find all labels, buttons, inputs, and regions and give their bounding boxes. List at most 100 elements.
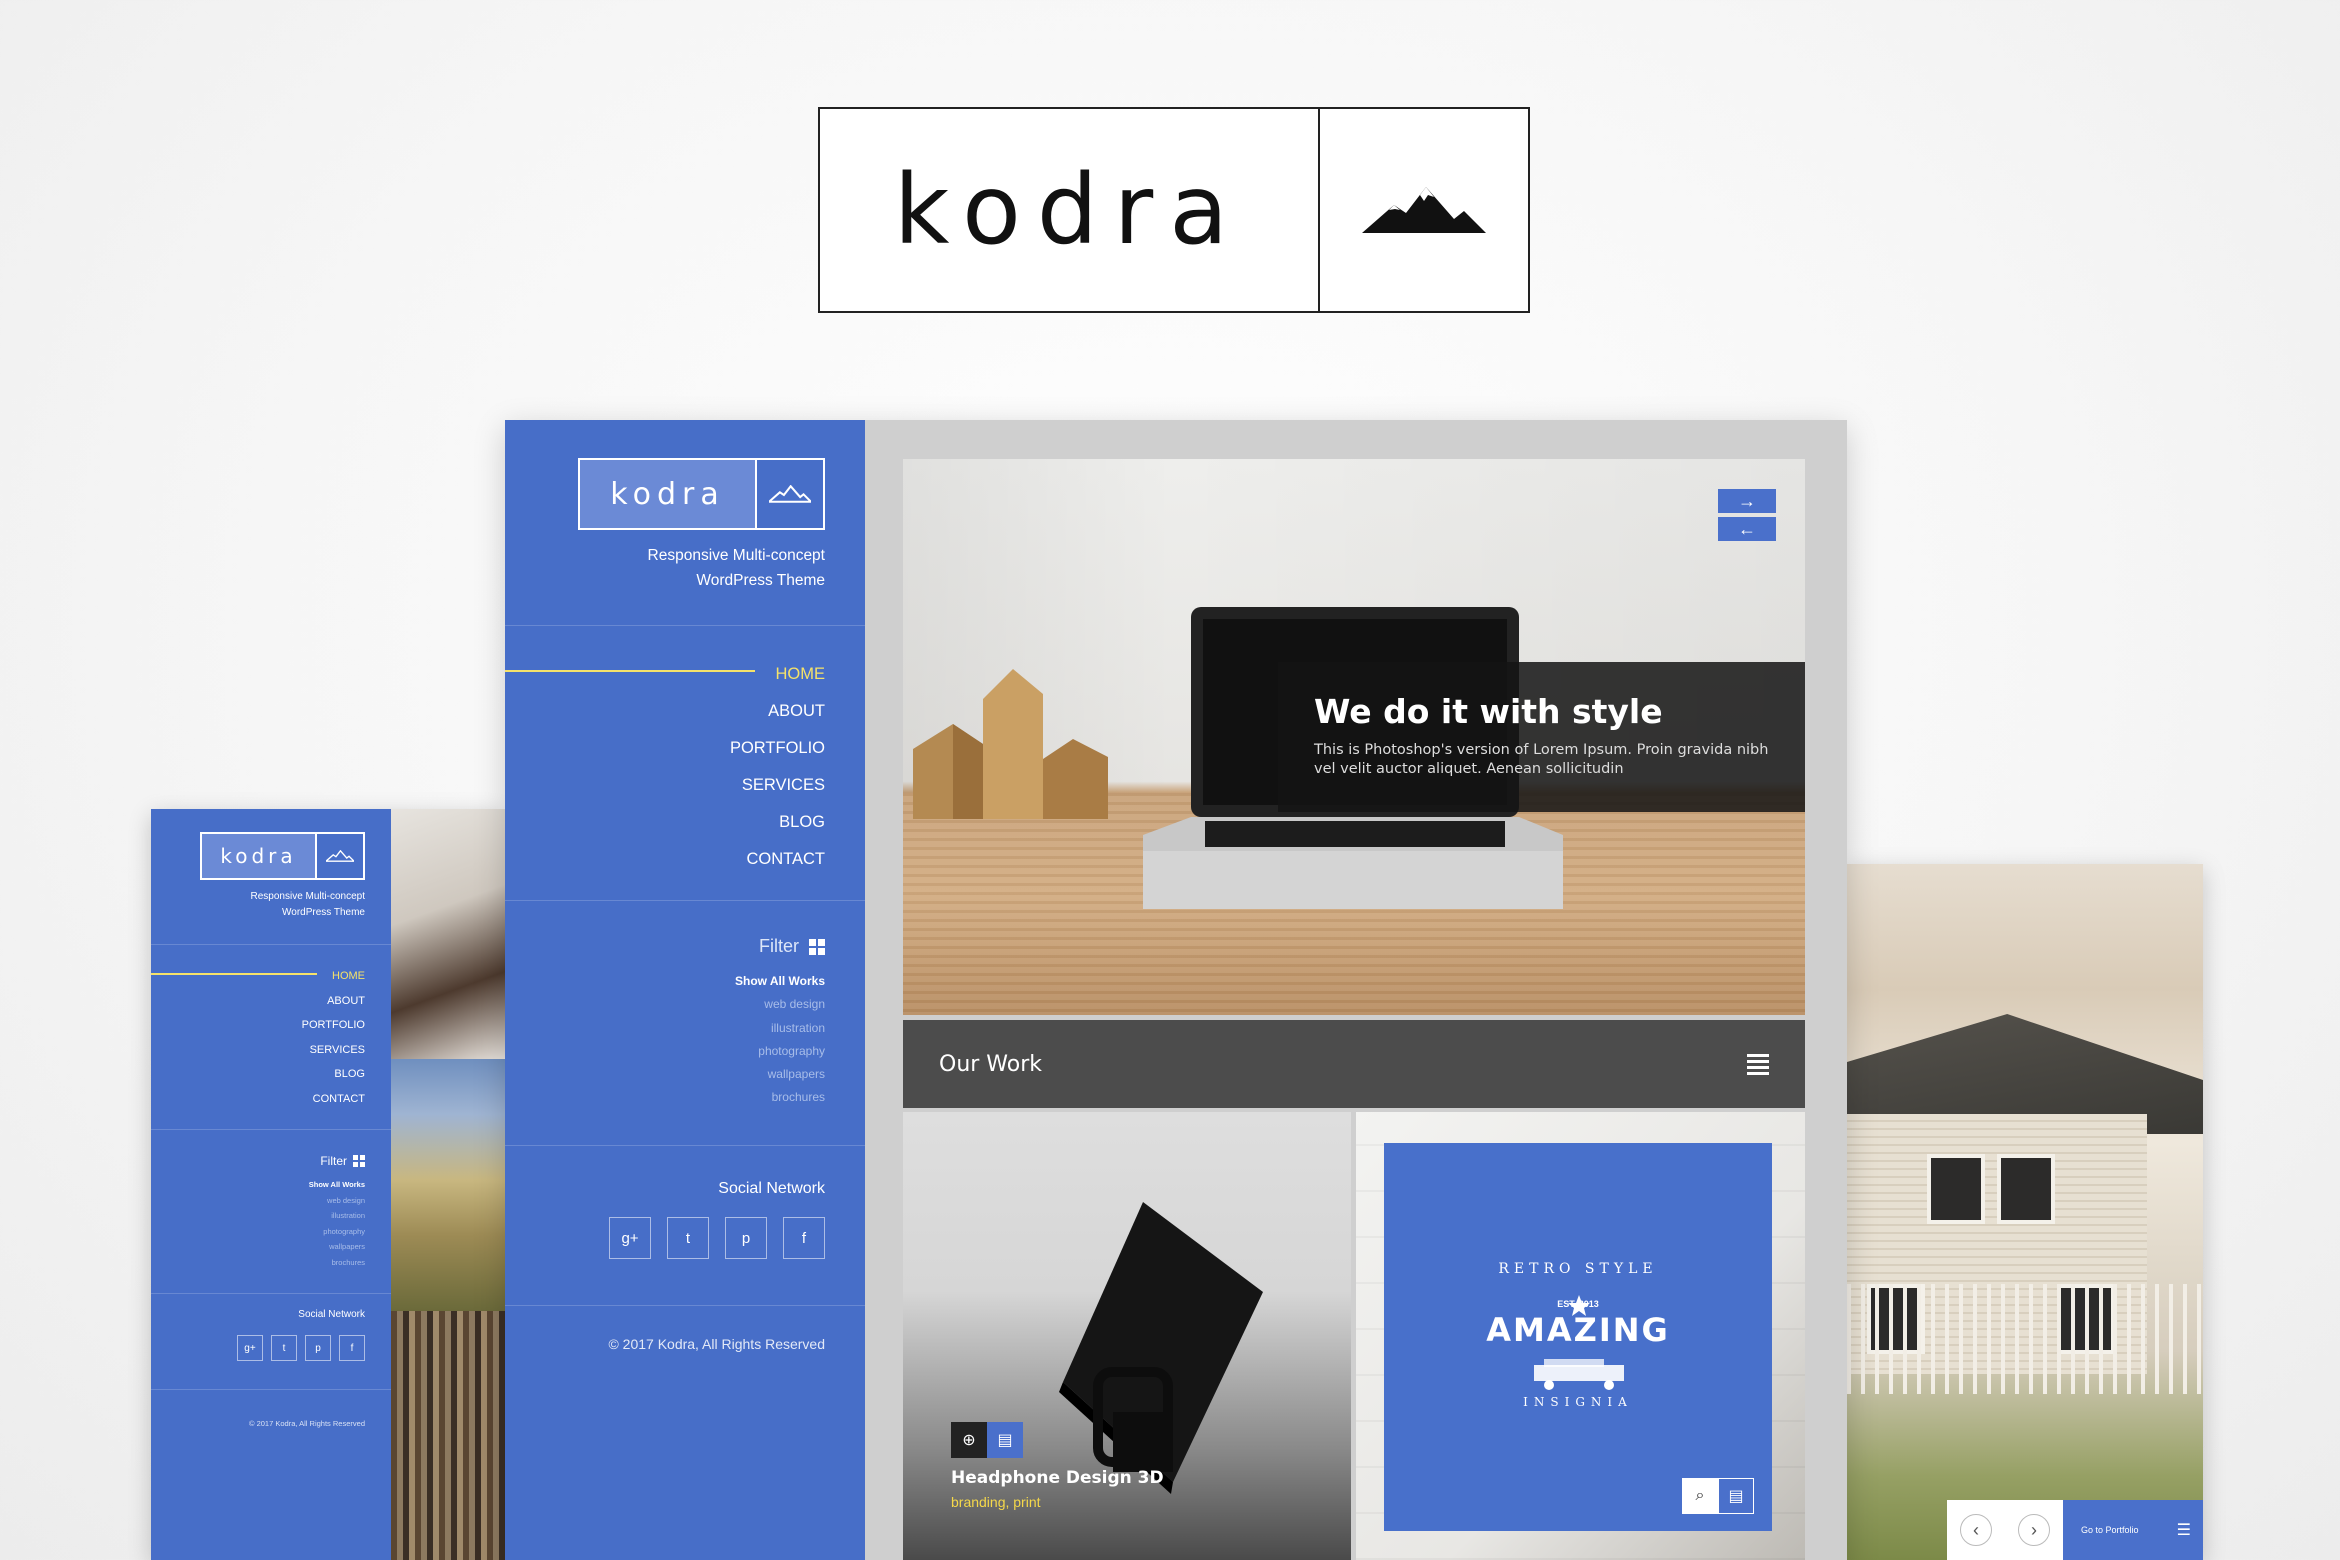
- nav-item-contact[interactable]: CONTACT: [505, 841, 825, 878]
- next-arrow-icon[interactable]: →: [1718, 489, 1776, 513]
- filter-heading: Filter: [505, 936, 825, 957]
- nav-item-home[interactable]: HOME: [505, 656, 826, 693]
- filter-list: Show All Works web design illustration p…: [505, 970, 825, 1110]
- nav-item-blog[interactable]: BLOG: [505, 804, 825, 841]
- nav-item-contact[interactable]: CONTACT: [151, 1087, 365, 1112]
- hero-subtitle-2: vel velit auctor aliquet. Aenean sollici…: [1314, 761, 1624, 777]
- search-icon[interactable]: ⌕: [1682, 1478, 1718, 1514]
- poster-main-text: AMAZING: [1486, 1311, 1670, 1349]
- filter-list: Show All Works web design illustration p…: [151, 1177, 365, 1270]
- portfolio-nav-bar: ‹ › Go to Portfolio ☰: [1947, 1500, 2203, 1560]
- hero-subtitle-1: This is Photoshop's version of Lorem Ips…: [1314, 742, 1769, 758]
- our-work-bar: Our Work: [903, 1020, 1805, 1108]
- tagline-line-2: WordPress Theme: [696, 572, 825, 589]
- photo-elephants: [391, 1059, 505, 1311]
- social-label: Social Network: [298, 1309, 365, 1320]
- hero-title: We do it with style: [1314, 692, 1663, 731]
- nav-menu: HOME ABOUT PORTFOLIO SERVICES BLOG CONTA…: [505, 656, 825, 878]
- top-logo: kodra: [818, 107, 1530, 313]
- nav-item-portfolio[interactable]: PORTFOLIO: [151, 1013, 365, 1038]
- logo-wordmark: kodra: [580, 460, 757, 528]
- sidebar-logo[interactable]: kodra: [578, 458, 825, 530]
- filter-heading: Filter: [151, 1154, 365, 1168]
- sidebar-logo[interactable]: kodra: [200, 832, 365, 880]
- mountain-icon: [317, 834, 363, 878]
- poster-actions: ⌕ ▤: [1682, 1478, 1754, 1514]
- next-button[interactable]: ›: [2005, 1500, 2063, 1560]
- filter-item[interactable]: photography: [505, 1040, 825, 1063]
- google-plus-icon[interactable]: g+: [237, 1335, 263, 1361]
- grid-icon[interactable]: [809, 938, 825, 955]
- prev-button[interactable]: ‹: [1947, 1500, 2005, 1560]
- nav-item-portfolio[interactable]: PORTFOLIO: [505, 730, 825, 767]
- logo-wordmark: kodra: [202, 834, 317, 878]
- tagline-line-1: Responsive Multi-concept: [647, 547, 825, 564]
- main-sidebar: kodra Responsive Multi-concept WordPress…: [505, 420, 865, 1560]
- chevron-left-icon: ‹: [1960, 1514, 1992, 1546]
- left-sidebar: kodra Responsive Multi-concept WordPress…: [151, 809, 391, 1560]
- social-label: Social Network: [718, 1180, 825, 1197]
- poster-top-text: RETRO STYLE: [1498, 1261, 1658, 1277]
- nav-item-blog[interactable]: BLOG: [151, 1062, 365, 1087]
- card-actions: ⊕ ▤: [951, 1422, 1023, 1458]
- menu-icon: ☰: [2176, 1522, 2191, 1539]
- copyright: © 2017 Kodra, All Rights Reserved: [248, 1419, 365, 1428]
- mountain-icon: [757, 460, 823, 528]
- filter-label: Filter: [759, 936, 799, 956]
- social-icons: g+ t p f: [505, 1217, 825, 1259]
- filter-item[interactable]: illustration: [151, 1208, 365, 1224]
- social-icons: g+ t p f: [151, 1335, 365, 1361]
- brass-ornament: [913, 669, 1108, 819]
- go-to-portfolio-button[interactable]: Go to Portfolio ☰: [2063, 1500, 2203, 1560]
- plus-icon[interactable]: ⊕: [951, 1422, 987, 1458]
- menu-icon[interactable]: [1747, 1053, 1769, 1075]
- document-icon[interactable]: ▤: [1718, 1478, 1754, 1514]
- tagline-line-2: WordPress Theme: [282, 907, 365, 918]
- retro-poster: RETRO STYLE EST. 2013 AMAZING INSIGNIA ⌕…: [1384, 1143, 1772, 1531]
- hero-caption: We do it with style This is Photoshop's …: [1278, 662, 1805, 812]
- filter-label: Filter: [320, 1154, 347, 1168]
- pinterest-icon[interactable]: p: [305, 1335, 331, 1361]
- filter-item[interactable]: web design: [505, 993, 825, 1016]
- nav-item-services[interactable]: SERVICES: [505, 767, 825, 804]
- filter-item[interactable]: Show All Works: [151, 1177, 365, 1193]
- filter-item[interactable]: web design: [151, 1193, 365, 1209]
- card-title: Headphone Design 3D: [951, 1468, 1164, 1488]
- poster-bottom-text: INSIGNIA: [1523, 1395, 1633, 1409]
- grid-icon[interactable]: [353, 1155, 365, 1167]
- tagline: Responsive Multi-concept WordPress Theme: [505, 543, 825, 593]
- work-card-headphone[interactable]: ⊕ ▤ Headphone Design 3D branding, print: [903, 1112, 1351, 1560]
- filter-item[interactable]: wallpapers: [151, 1239, 365, 1255]
- tagline-line-1: Responsive Multi-concept: [250, 891, 366, 902]
- filter-item[interactable]: photography: [151, 1224, 365, 1240]
- mountain-icon: [1320, 109, 1528, 311]
- google-plus-icon[interactable]: g+: [609, 1217, 651, 1259]
- filter-item[interactable]: illustration: [505, 1017, 825, 1040]
- twitter-icon[interactable]: t: [271, 1335, 297, 1361]
- document-icon[interactable]: ▤: [987, 1422, 1023, 1458]
- go-to-portfolio-label: Go to Portfolio: [2081, 1525, 2139, 1535]
- nav-item-services[interactable]: SERVICES: [151, 1038, 365, 1063]
- card-tags: branding, print: [951, 1494, 1041, 1510]
- filter-item[interactable]: wallpapers: [505, 1063, 825, 1086]
- hero-arrows: → ←: [1718, 489, 1776, 541]
- nav-menu: HOME ABOUT PORTFOLIO SERVICES BLOG CONTA…: [151, 964, 365, 1112]
- section-title: Our Work: [939, 1051, 1043, 1077]
- pinterest-icon[interactable]: p: [725, 1217, 767, 1259]
- nav-item-home[interactable]: HOME: [151, 964, 365, 989]
- nav-item-about[interactable]: ABOUT: [505, 693, 825, 730]
- photo-library: [391, 1311, 505, 1560]
- twitter-icon[interactable]: t: [667, 1217, 709, 1259]
- facebook-icon[interactable]: f: [783, 1217, 825, 1259]
- photo-person: [391, 809, 505, 1059]
- filter-item[interactable]: brochures: [151, 1255, 365, 1271]
- nav-item-about[interactable]: ABOUT: [151, 989, 365, 1014]
- filter-item[interactable]: brochures: [505, 1086, 825, 1109]
- filter-item[interactable]: Show All Works: [505, 970, 825, 993]
- facebook-icon[interactable]: f: [339, 1335, 365, 1361]
- tagline: Responsive Multi-concept WordPress Theme: [151, 889, 366, 921]
- copyright: © 2017 Kodra, All Rights Reserved: [608, 1336, 825, 1352]
- poster-est-text: EST. 2013: [1557, 1299, 1599, 1309]
- prev-arrow-icon[interactable]: ←: [1718, 517, 1776, 541]
- right-preview-screen: [1847, 864, 2203, 1560]
